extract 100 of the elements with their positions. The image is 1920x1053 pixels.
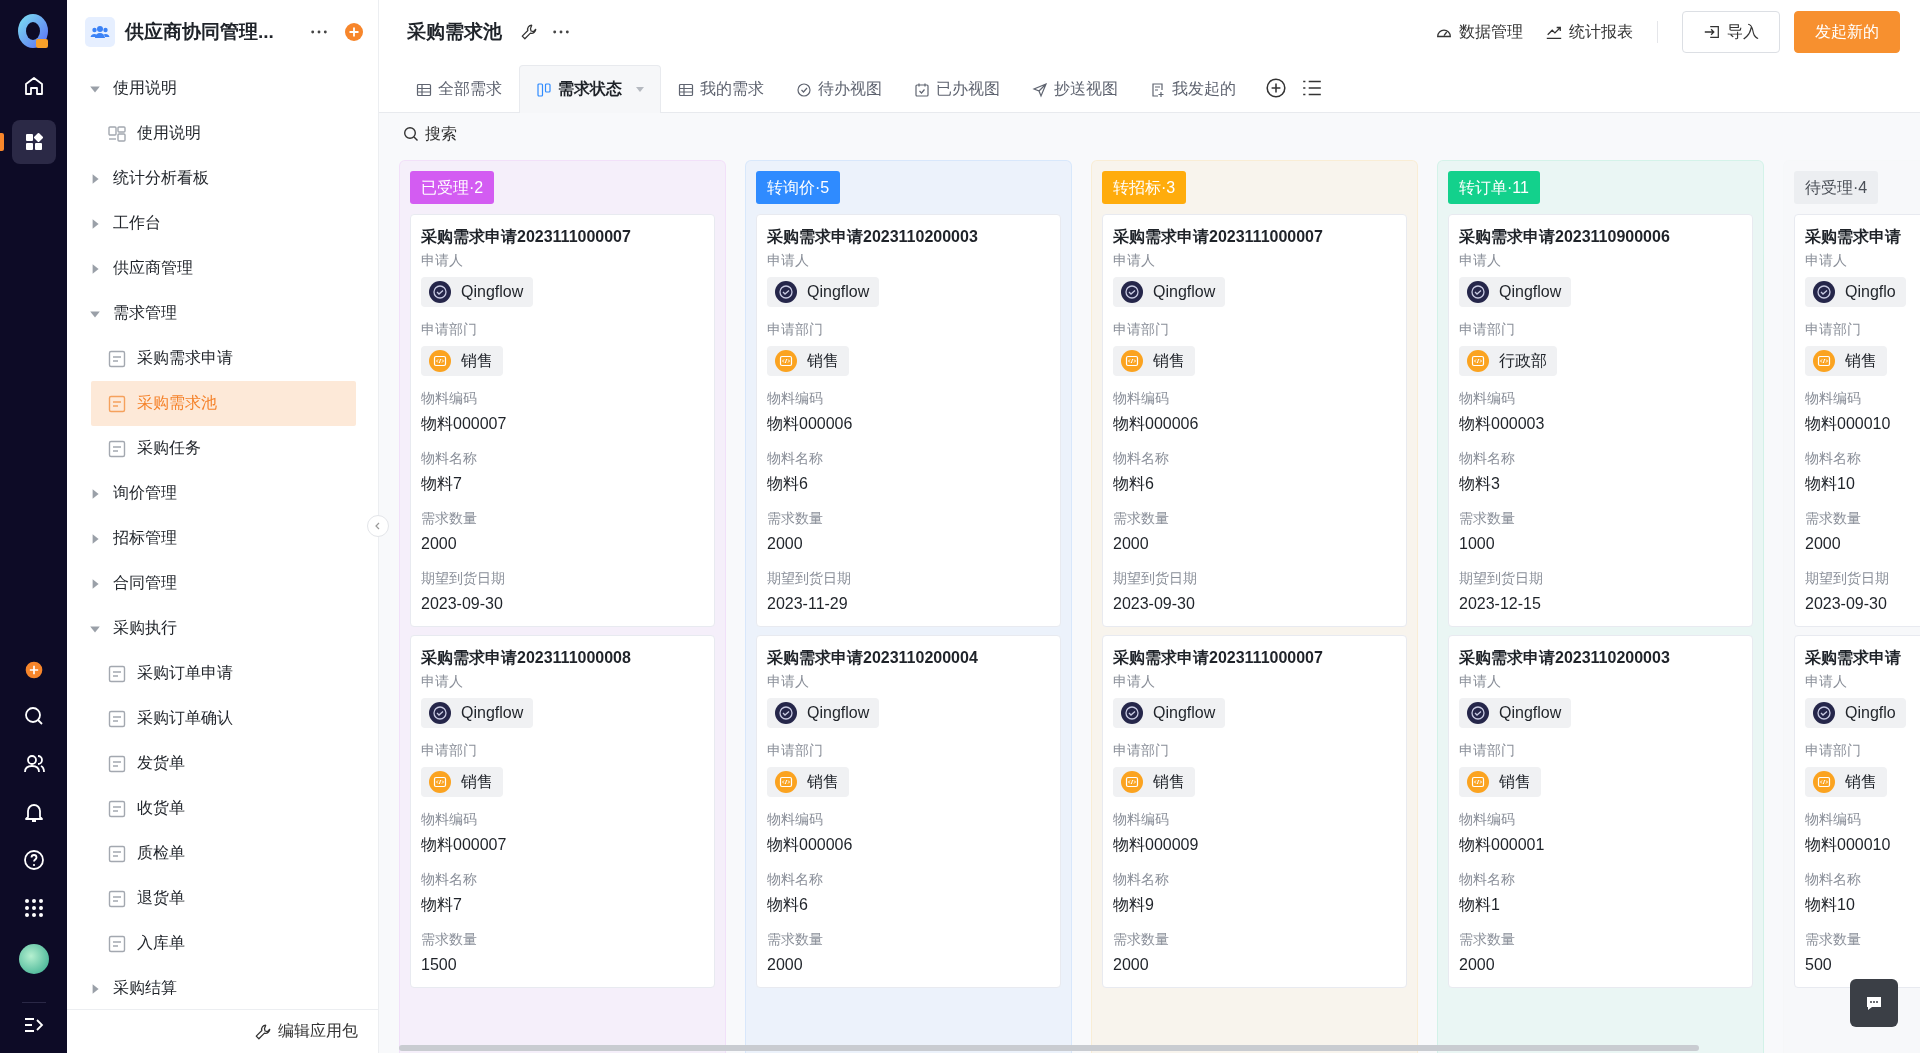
calendar-icon <box>914 81 930 98</box>
form-icon <box>107 888 127 909</box>
menu-item[interactable]: 发货单 <box>91 741 356 786</box>
help-icon[interactable] <box>21 848 46 872</box>
view-tab[interactable]: 需求状态 <box>519 65 661 113</box>
menu-item[interactable]: 收货单 <box>91 786 356 831</box>
field-label: 需求数量 <box>1459 931 1516 949</box>
field-value: 物料000006 <box>767 414 854 434</box>
user-chip: Qingflow <box>1459 698 1572 728</box>
form-icon <box>107 438 127 459</box>
card-title: 采购需求申请 <box>1805 648 1902 668</box>
field-label: 申请人 <box>767 673 810 691</box>
menu-item[interactable]: 入库单 <box>91 921 356 966</box>
menu-group[interactable]: 采购结算 <box>67 966 360 1009</box>
field-value: 物料000001 <box>1459 835 1546 855</box>
wrench-icon[interactable] <box>520 23 538 41</box>
add-icon[interactable] <box>23 660 44 680</box>
menu-item[interactable]: 采购需求申请 <box>91 336 356 381</box>
search-field[interactable]: 搜索 <box>425 125 545 143</box>
import-button[interactable]: 导入 <box>1682 11 1780 53</box>
statistics-report-link[interactable]: 统计报表 <box>1545 21 1633 43</box>
status-label: 转招标·3 <box>1102 171 1187 204</box>
view-tab[interactable]: 我的需求 <box>663 65 779 113</box>
add-view-icon[interactable] <box>1265 77 1287 99</box>
user-avatar[interactable] <box>18 944 49 974</box>
menu-group[interactable]: 统计分析看板 <box>67 156 360 201</box>
menu-group[interactable]: 询价管理 <box>67 471 360 516</box>
apps-button[interactable] <box>11 120 56 164</box>
field-label: 申请部门 <box>421 321 478 339</box>
field-value: 物料6 <box>767 474 809 494</box>
view-tab[interactable]: 待办视图 <box>781 65 897 113</box>
menu-item[interactable]: 退货单 <box>91 876 356 921</box>
menu-item[interactable]: 采购任务 <box>91 426 356 471</box>
field-value: 物料000006 <box>1113 414 1200 434</box>
request-card[interactable]: 采购需求申请2023111000007 申请人 Qingflow 申请部门 销售 物料编码 物料000009 物料名称 物料9 需求数量 2000 <box>1102 635 1407 988</box>
import-icon <box>1703 23 1721 41</box>
more-icon[interactable] <box>552 29 570 35</box>
horizontal-scrollbar[interactable] <box>399 1045 1699 1051</box>
data-management-link[interactable]: 数据管理 <box>1435 21 1523 43</box>
field-value: 物料000006 <box>767 835 854 855</box>
user-avatar-icon <box>1121 281 1143 303</box>
menu-group[interactable]: 招标管理 <box>67 516 360 561</box>
field-label: 物料名称 <box>1805 871 1862 889</box>
menu-group[interactable]: 合同管理 <box>67 561 360 606</box>
request-card[interactable]: 采购需求申请2023110200004 申请人 Qingflow 申请部门 销售 物料编码 物料000006 物料名称 物料6 需求数量 2000 <box>756 635 1061 988</box>
card-title: 采购需求申请2023110200004 <box>767 648 979 668</box>
view-tab[interactable]: 全部需求 <box>401 65 517 113</box>
board-icon <box>536 81 552 98</box>
status-label: 转订单·11 <box>1448 171 1540 204</box>
department-chip: 行政部 <box>1459 346 1557 376</box>
menu-group[interactable]: 需求管理 <box>67 291 360 336</box>
field-label: 申请人 <box>1113 673 1156 691</box>
field-value: 2023-11-29 <box>767 594 849 614</box>
field-value: 2000 <box>767 955 804 975</box>
user-avatar-icon <box>775 281 797 303</box>
field-label: 期望到货日期 <box>421 570 506 588</box>
field-value: 物料6 <box>1113 474 1155 494</box>
field-value: 2023-09-30 <box>421 594 504 614</box>
field-label: 物料名称 <box>421 450 478 468</box>
menu-item[interactable]: 采购订单确认 <box>91 696 356 741</box>
department-chip: 销售 <box>767 767 849 797</box>
menu-item[interactable]: 质检单 <box>91 831 356 876</box>
request-card[interactable]: 采购需求申请2023110200003 申请人 Qingflow 申请部门 销售 物料编码 物料000006 物料名称 物料6 需求数量 2000 期望到货日期 2023-11-29 <box>756 214 1061 627</box>
request-card[interactable]: 采购需求申请2023110900006 申请人 Qingflow 申请部门 行政部 物料编码 物料000003 物料名称 物料3 需求数量 1000 期望到货日期 2023-12-15 <box>1448 214 1753 627</box>
form-icon <box>107 933 127 954</box>
field-label: 申请部门 <box>1113 321 1170 339</box>
menu-item[interactable]: 采购订单申请 <box>91 651 356 696</box>
field-value: 物料10 <box>1805 895 1856 915</box>
field-value: 物料000009 <box>1113 835 1200 855</box>
menu-group[interactable]: 供应商管理 <box>67 246 360 291</box>
request-card[interactable]: 采购需求申请2023111000008 申请人 Qingflow 申请部门 销售 物料编码 物料000007 物料名称 物料7 需求数量 1500 <box>410 635 715 988</box>
field-value: 1500 <box>421 955 458 975</box>
field-value: 2000 <box>767 534 804 554</box>
view-tab[interactable]: 抄送视图 <box>1017 65 1133 113</box>
menu-group[interactable]: 使用说明 <box>67 66 360 111</box>
request-card[interactable]: 采购需求申请2023111000007 申请人 Qingflow 申请部门 销售 物料编码 物料000006 物料名称 物料6 需求数量 2000 期望到货日期 2023-09-30 <box>1102 214 1407 627</box>
field-label: 需求数量 <box>1805 510 1862 528</box>
menu-item[interactable]: 使用说明 <box>91 111 356 156</box>
user-chip: Qingflow <box>767 698 880 728</box>
chat-button[interactable] <box>1850 979 1898 1027</box>
request-card[interactable]: 采购需求申请 申请人 Qingflo 申请部门 销售 物料编码 物料000010 物料名称 物料10 需求数量 2000 期望到货日期 2023-09-30 <box>1794 214 1920 627</box>
field-value: 物料10 <box>1805 474 1856 494</box>
code-icon <box>1813 771 1835 793</box>
view-tab[interactable]: 我发起的 <box>1135 65 1251 113</box>
more-icon[interactable] <box>310 29 328 35</box>
menu-group[interactable]: 采购执行 <box>67 606 360 651</box>
field-label: 申请部门 <box>767 742 824 760</box>
view-tab[interactable]: 已办视图 <box>899 65 1015 113</box>
table-icon <box>416 81 432 98</box>
request-card[interactable]: 采购需求申请2023110200003 申请人 Qingflow 申请部门 销售 物料编码 物料000001 物料名称 物料1 需求数量 2000 <box>1448 635 1753 988</box>
code-icon <box>1467 350 1489 372</box>
request-card[interactable]: 采购需求申请 申请人 Qingflo 申请部门 销售 物料编码 物料000010 物料名称 物料10 需求数量 500 <box>1794 635 1920 988</box>
field-label: 物料编码 <box>1113 811 1170 829</box>
menu-group[interactable]: 工作台 <box>67 201 360 246</box>
table-icon <box>678 81 694 98</box>
field-value: 物料3 <box>1459 474 1501 494</box>
status-label: 待受理·4 <box>1794 171 1879 204</box>
field-label: 需求数量 <box>1113 931 1170 949</box>
department-chip: 销售 <box>1459 767 1541 797</box>
request-card[interactable]: 采购需求申请2023111000007 申请人 Qingflow 申请部门 销售 物料编码 物料000007 物料名称 物料7 需求数量 2000 期望到货日期 2023-09-30 <box>410 214 715 627</box>
